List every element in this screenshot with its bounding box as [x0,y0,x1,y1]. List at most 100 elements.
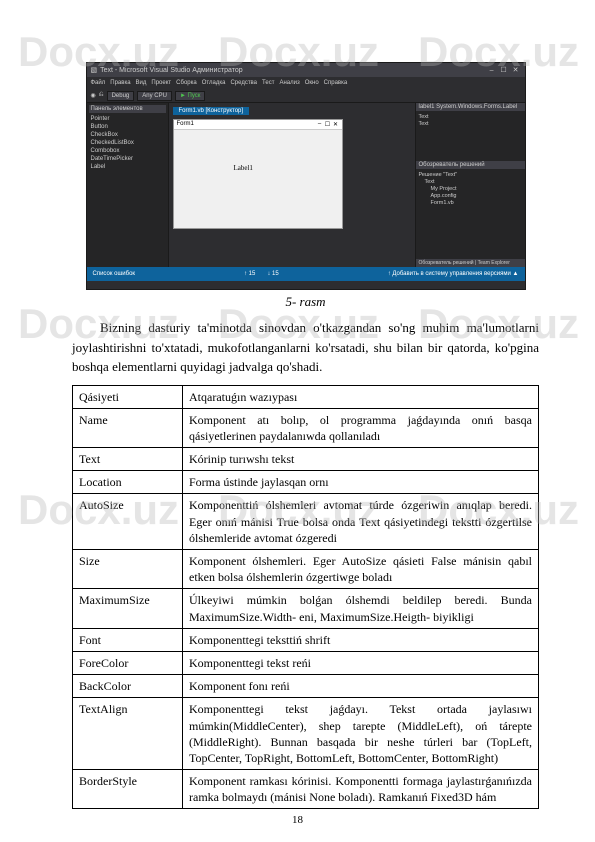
vs-window-title: Text - Microsoft Visual Studio Администр… [100,67,243,74]
prop-desc: Komponenttegi tekst jaǵdayı. Tekst ortad… [183,698,539,770]
prop-name: Qásiyeti [73,385,183,408]
vs-menubar: Файл Правка Вид Проект Сборка Отладка Ср… [87,77,525,89]
properties-table: QásiyetiAtqaratuǵın wazıypası NameKompon… [72,385,539,810]
table-row: LocationForma ústinde jaylasqan ornı [73,471,539,494]
menu-item: Сборка [176,80,197,86]
vs-titlebar: ▧ Text - Microsoft Visual Studio Админис… [87,63,525,77]
prop-desc: Kórinip turıwshı tekst [183,448,539,471]
toolbar-btn: ◉ [91,92,96,99]
menu-item: Окно [305,80,319,86]
prop-desc: Komponent ramkası kórinisi. Komponentti … [183,770,539,809]
vs-form-preview: Form1 – ☐ ✕ Label1 [173,119,343,229]
table-row: FontKomponenttegi teksttiń shrift [73,628,539,651]
menu-item: Средства [230,80,257,86]
run-button: ► Пуск [175,91,205,101]
status-left: Список ошибок [93,271,136,277]
table-row: QásiyetiAtqaratuǵın wazıypası [73,385,539,408]
form-max-icon: ☐ [325,121,331,128]
solution-item: My Project [419,185,522,192]
prop-name: Location [73,471,183,494]
vs-toolbox: Панель элементов Pointer Button CheckBox… [87,103,169,267]
properties-table-body: QásiyetiAtqaratuǵın wazıypası NameKompon… [73,385,539,809]
page-number: 18 [0,814,595,826]
prop-row: Text [419,113,522,120]
prop-name: AutoSize [73,494,183,550]
body-paragraph: Bizning dasturiy ta'minotda sinovdan o't… [72,318,539,377]
properties-header: label1 System.Windows.Forms.Label [416,103,525,111]
prop-name: BorderStyle [73,770,183,809]
designer-tab: Form1.vb [Конструктор] [173,107,250,115]
vs-screenshot: ▧ Text - Microsoft Visual Studio Админис… [86,62,526,290]
toolbox-header: Панель элементов [89,105,166,113]
toolbox-item: Pointer [89,115,166,123]
table-row: TextAlignKomponenttegi tekst jaǵdayı. Te… [73,698,539,770]
toolbox-item: Label [89,163,166,171]
label1-control: Label1 [234,164,253,172]
menu-item: Файл [91,80,106,86]
menu-item: Тест [262,80,274,86]
toolbox-item: Combobox [89,147,166,155]
prop-desc: Forma ústinde jaylasqan ornı [183,471,539,494]
status-pos: ↓ 15 [267,271,278,277]
prop-desc: Komponenttegi tekst reńi [183,651,539,674]
maximize-icon: ☐ [499,66,509,74]
solution-item: App.config [419,192,522,199]
vs-form-title-text: Form1 [177,121,194,128]
table-row: MaximumSizeÚlkeyiwi múmkin bolǵan ólshem… [73,589,539,628]
prop-desc: Komponenttegi teksttiń shrift [183,628,539,651]
table-row: BorderStyleKomponent ramkası kórinisi. K… [73,770,539,809]
menu-item: Проект [151,80,171,86]
prop-desc: Komponent fonı reńi [183,675,539,698]
page-content: ▧ Text - Microsoft Visual Studio Админис… [0,0,595,839]
table-row: AutoSizeKomponenttiń ólshemleri avtomat … [73,494,539,550]
table-row: TextKórinip turıwshı tekst [73,448,539,471]
figure-caption: 5- rasm [72,294,539,310]
prop-name: ForeColor [73,651,183,674]
solution-header: Обозреватель решений [416,161,525,169]
solution-item: Form1.vb [419,199,522,206]
vs-window-controls: – ☐ ✕ [487,66,521,74]
form-min-icon: – [317,121,323,128]
prop-desc: Úlkeyiwi múmkin bolǵan ólshemdi beldilep… [183,589,539,628]
menu-item: Правка [110,80,130,86]
vs-form-titlebar: Form1 – ☐ ✕ [174,120,342,130]
status-right: ↑ Добавить в систему управления версиями… [388,271,519,277]
table-row: ForeColorKomponenttegi tekst reńi [73,651,539,674]
menu-item: Вид [136,80,147,86]
toolbar-btn: ⎌ [99,92,104,99]
minimize-icon: – [487,67,497,74]
status-pos: ↑ 15 [244,271,255,277]
table-row: SizeKomponent ólshemleri. Eger AutoSize … [73,550,539,589]
prop-desc: Komponent atı bolıp, ol programma jaǵday… [183,408,539,447]
menu-item: Отладка [202,80,226,86]
prop-desc: Atqaratuǵın wazıypası [183,385,539,408]
form-close-icon: ✕ [333,121,339,128]
prop-name: Size [73,550,183,589]
prop-row: Text [419,120,522,127]
prop-name: TextAlign [73,698,183,770]
prop-desc: Komponenttiń ólshemleri avtomat túrde óz… [183,494,539,550]
toolbox-item: Button [89,123,166,131]
solution-item: Text [419,178,522,185]
vs-logo-icon: ▧ [91,66,98,74]
menu-item: Справка [324,80,348,86]
toolbox-item: CheckBox [89,131,166,139]
table-row: NameKomponent atı bolıp, ol programma ja… [73,408,539,447]
prop-desc: Komponent ólshemleri. Eger AutoSize qási… [183,550,539,589]
prop-name: BackColor [73,675,183,698]
vs-statusbar: Список ошибок ↑ 15 ↓ 15 ↑ Добавить в сис… [87,267,525,281]
table-row: BackColorKomponent fonı reńi [73,675,539,698]
vs-right-panels: label1 System.Windows.Forms.Label Text T… [415,103,525,267]
toolbox-item: DateTimePicker [89,155,166,163]
prop-name: Name [73,408,183,447]
prop-name: MaximumSize [73,589,183,628]
close-icon: ✕ [511,66,521,74]
vs-toolbar: ◉ ⎌ Debug Any CPU ► Пуск [87,89,525,103]
solution-item: Решение "Text" [419,171,522,178]
prop-name: Text [73,448,183,471]
solution-footer: Обозреватель решений | Team Explorer [416,259,525,267]
vs-designer: Form1.vb [Конструктор] Form1 – ☐ ✕ Label… [169,103,415,267]
prop-name: Font [73,628,183,651]
vs-body: Панель элементов Pointer Button CheckBox… [87,103,525,267]
config-dropdown: Debug [107,91,135,101]
